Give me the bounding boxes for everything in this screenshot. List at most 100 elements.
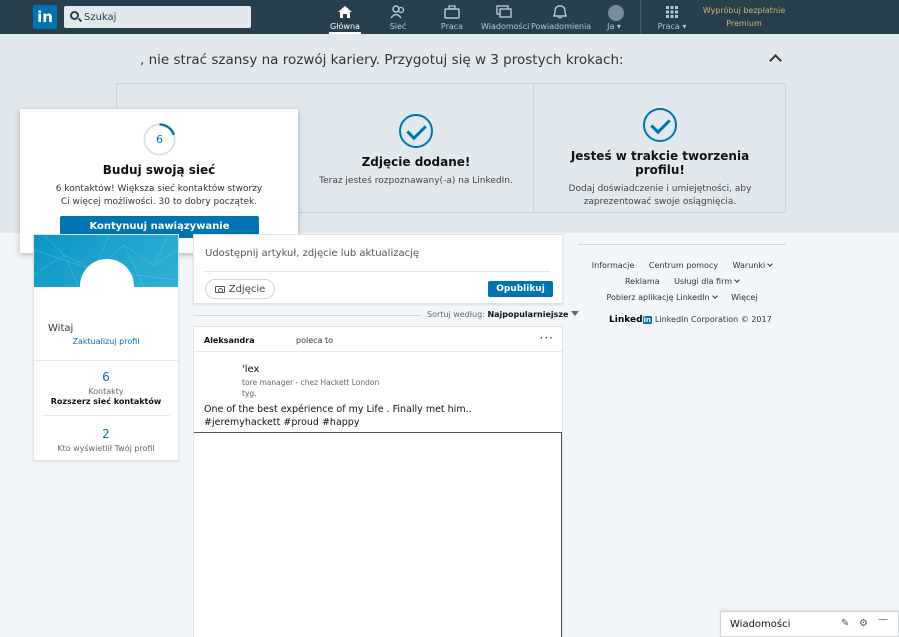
link-business-services[interactable]: Usługi dla firm [674,277,740,286]
messages-icon [496,5,512,18]
step-profile-desc: Dodaj doświadczenie i umiejętności, aby … [568,184,752,207]
premium-link[interactable]: Wypróbuj bezpłatnie Premium [700,4,788,30]
onboarding-band: , nie strać szansy na rozwój kariery. Pr… [0,34,899,254]
linkedin-logo[interactable]: in [33,5,57,29]
chevron-down-icon [734,277,740,283]
link-about[interactable]: Informacje [592,261,635,270]
link-more[interactable]: Więcej [731,293,757,302]
briefcase-icon [444,5,460,19]
profile-views-count[interactable]: 2 [34,427,178,441]
nav-messaging-label: Wiadomości [481,22,530,31]
post-header: Aleksandra poleca to ··· [194,327,562,352]
link-get-app-label: Pobierz aplikację LinkedIn [606,293,710,302]
post-author-headline: tore manager - chez Hackett London [242,378,380,387]
add-photo-label: Zdjęcie [228,283,266,295]
onboarding-title: , nie strać szansy na rozwój kariery. Pr… [140,52,624,68]
bell-icon [553,5,567,19]
search-icon [70,11,79,20]
copyright: LinkedIn Corporation © 2017 [654,315,772,324]
step-profile-title: Jesteś w trakcie tworzenia profilu! [570,149,750,177]
grid-icon [666,6,678,18]
nav-network[interactable]: Sieć [384,0,412,34]
share-box: Udostępnij artykuł, zdjęcie lub aktualiz… [193,234,563,304]
check-icon [643,108,677,142]
step-profile: Jesteś w trakcie tworzenia profilu! Doda… [545,84,775,212]
me-avatar [608,5,624,21]
post-author-name[interactable]: 'lex [242,364,259,375]
sort-value: Najpopularniejsze [487,310,569,319]
premium-line1: Wypróbuj bezpłatnie [702,6,786,15]
check-icon [399,114,433,148]
post-body: One of the best expérience of my Life . … [204,404,472,428]
rail-divider [578,244,786,245]
footer-brand: Linkedin LinkedIn Corporation © 2017 [609,315,772,325]
people-icon [390,5,405,19]
step-photo: Zdjęcie dodane! Teraz jesteś rozpoznawan… [299,84,533,212]
camera-icon [214,285,225,293]
nav-divider [640,0,641,34]
nav-me[interactable]: Ja ▾ [600,0,628,34]
expand-network-link[interactable]: Rozszerz sieć kontaktów [34,397,178,406]
link-get-app[interactable]: Pobierz aplikację LinkedIn [606,293,718,302]
gear-icon[interactable]: ⚙ [859,618,868,629]
chevron-down-icon [711,293,718,299]
step-photo-title: Zdjęcie dodane! [361,155,471,169]
sort-divider [193,315,421,316]
post-time: tyg. [242,389,257,398]
top-navigation: in Główna Sieć Praca Wiadomości Powiadom… [0,0,899,34]
step-photo-desc: Teraz jesteś rozpoznawany(-a) na LinkedI… [319,176,513,186]
caret-down-icon [571,311,580,316]
share-divider [204,271,550,272]
messaging-bar[interactable]: Wiadomości ✎ ⚙ — [720,611,899,637]
nav-notifications[interactable]: Powiadomienia [531,0,592,34]
chevron-down-icon [767,261,774,267]
premium-line2: Premium [726,19,762,28]
nav-home[interactable]: Główna [329,0,361,34]
sort-label: Sortuj według: [427,310,485,319]
link-terms-label: Warunki [732,261,766,270]
messaging-label: Wiadomości [730,619,791,630]
home-icon [338,6,352,18]
network-card: 6 Buduj swoją sieć 6 kontaktów! Większa … [20,109,298,254]
footer-row: Reklama Usługi dla firm [578,276,786,292]
nav-work-label: Praca ▾ [657,22,687,31]
nav-jobs[interactable]: Praca [438,0,466,34]
nav-network-label: Sieć [389,22,407,31]
footer-row: Informacje Centrum pomocy Warunki [578,260,786,276]
recommends-text: poleca to [296,336,333,345]
network-count: 6 [156,133,163,146]
recommender-name[interactable]: Aleksandra [204,336,255,345]
footer-row: Pobierz aplikację LinkedIn Więcej [578,292,786,308]
link-terms[interactable]: Warunki [732,261,774,270]
publish-button[interactable]: Opublikuj [488,281,553,297]
profile-card: Witaj Zaktualizuj profil 6 Kontakty Rozs… [33,234,179,461]
nav-me-label: Ja ▾ [607,22,621,31]
search-input[interactable] [82,6,247,28]
add-photo-button[interactable]: Zdjęcie [205,279,275,299]
share-prompt[interactable]: Udostępnij artykuł, zdjęcie lub aktualiz… [205,248,419,259]
link-advertising[interactable]: Reklama [625,277,660,286]
nav-notifications-label: Powiadomienia [531,22,592,31]
sort-dropdown[interactable]: Sortuj według: Najpopularniejsze [427,310,580,319]
network-title: Buduj swoją sieć [102,163,216,177]
profile-views-label[interactable]: Kto wyświetlił Twój profil [34,444,178,453]
step-divider [533,84,534,212]
link-help-center[interactable]: Centrum pomocy [649,261,718,270]
profile-greeting: Witaj [48,323,74,334]
search-box[interactable] [64,6,251,28]
divider [34,360,178,361]
compose-icon[interactable]: ✎ [841,618,849,629]
update-profile-link[interactable]: Zaktualizuj profil [34,337,178,346]
more-options-icon[interactable]: ··· [540,331,554,345]
post-image[interactable] [194,432,562,637]
profile-avatar[interactable] [80,259,134,313]
collapse-chevron-icon[interactable] [769,54,782,67]
brand-word: Linked [609,315,643,325]
nav-work[interactable]: Praca ▾ [655,0,689,34]
contacts-count[interactable]: 6 [34,370,178,384]
minimize-icon[interactable]: — [878,614,888,625]
nav-home-label: Główna [330,22,360,31]
feed-post: Aleksandra poleca to ··· 'lex tore manag… [193,326,563,637]
nav-jobs-label: Praca [440,22,464,31]
nav-messaging[interactable]: Wiadomości [481,0,530,34]
